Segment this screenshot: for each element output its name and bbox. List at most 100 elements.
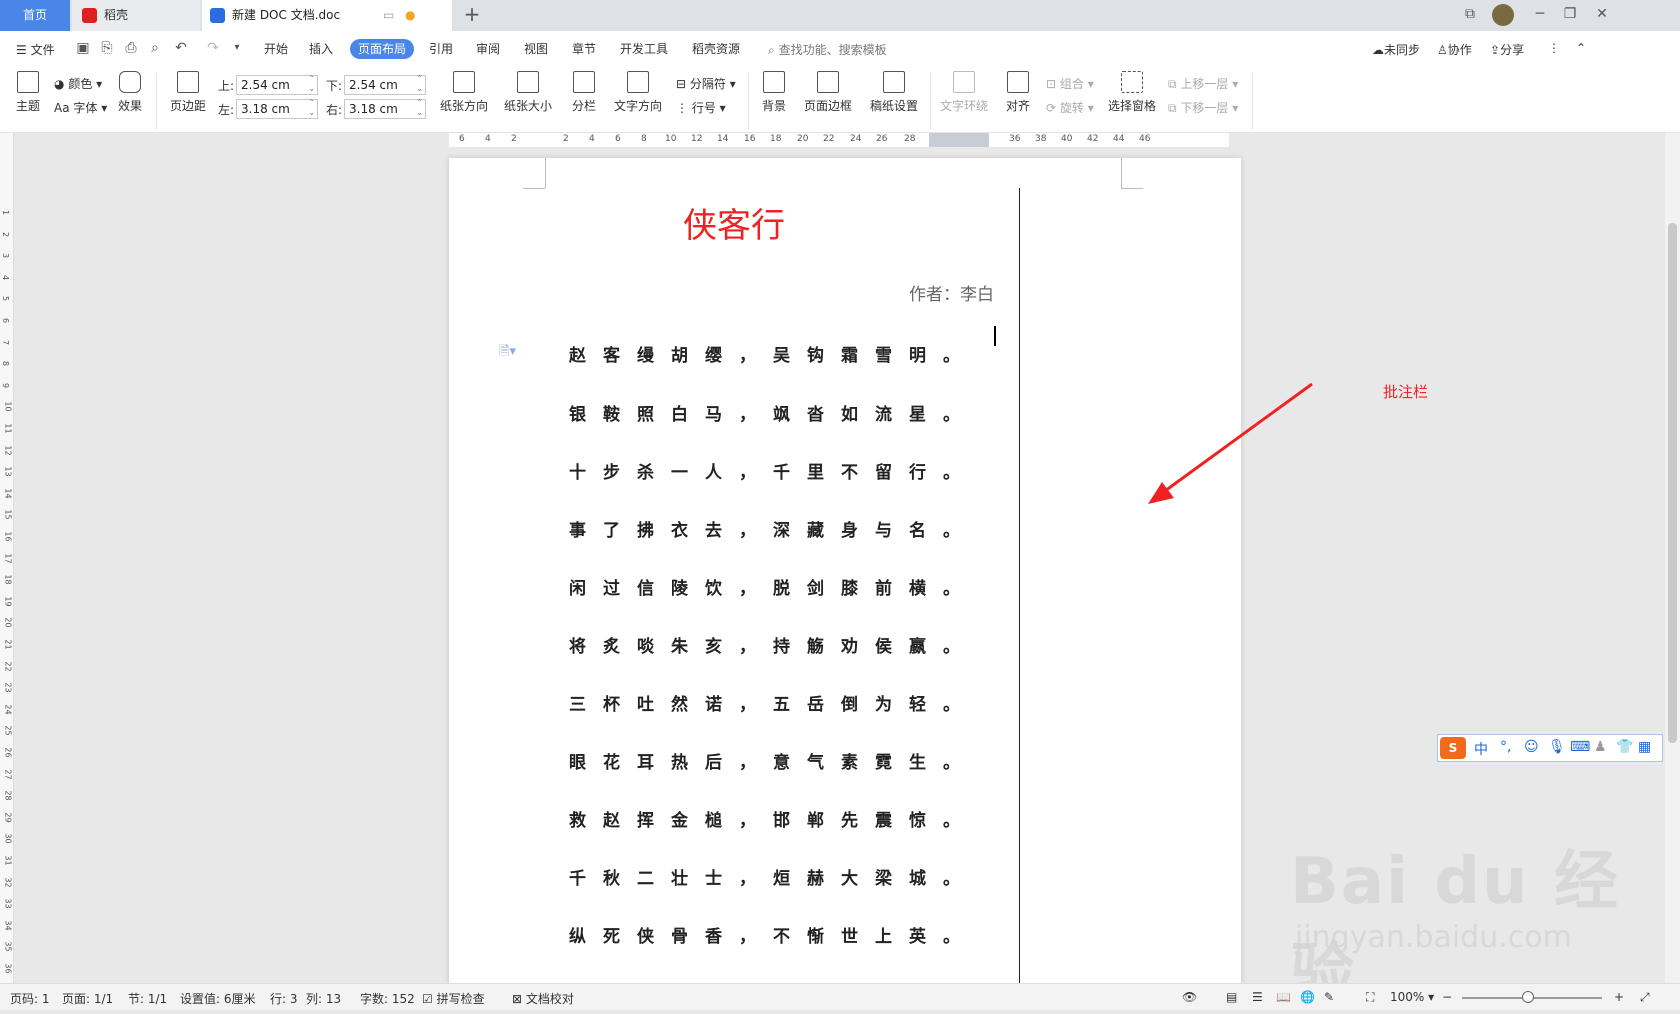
poem-line: 纵死侠骨香，不惭世上英。 — [569, 927, 977, 947]
screen-icon[interactable]: ▭ — [383, 0, 394, 31]
ime-mode[interactable]: 中 — [1474, 739, 1488, 759]
bottom-margin-input[interactable]: 2.54 cm — [344, 74, 426, 95]
tab-start[interactable]: 开始 — [258, 39, 294, 59]
paper-size-button[interactable]: 纸张大小 — [500, 71, 556, 114]
zoom-dropdown[interactable]: 100% ▾ — [1390, 990, 1434, 1004]
send-backward-button[interactable]: ⧉ 下移一层 ▾ — [1168, 99, 1238, 116]
selection-pane-button[interactable]: 选择窗格 — [1104, 71, 1160, 114]
zoom-slider-handle[interactable] — [1522, 991, 1534, 1003]
group-button[interactable]: ⊡ 组合 ▾ — [1046, 75, 1094, 92]
more-icon[interactable]: ⋮ — [1548, 41, 1560, 55]
vertical-scrollbar[interactable] — [1665, 133, 1680, 983]
breaks-button[interactable]: ⊟ 分隔符 ▾ — [676, 75, 736, 92]
font-button[interactable]: Aa 字体 ▾ — [54, 99, 107, 116]
align-icon — [1007, 71, 1029, 93]
skin-icon[interactable]: 👕 — [1616, 739, 1633, 755]
ruler-tick: 12 — [691, 134, 703, 144]
punctuation-icon[interactable]: °, — [1500, 739, 1511, 755]
edit-view-icon[interactable]: ✎ — [1324, 990, 1334, 1004]
effect-button[interactable]: 效果 — [112, 71, 148, 114]
read-view-icon[interactable]: 📖 — [1276, 990, 1291, 1004]
window-switch-icon[interactable]: ⧉ — [1460, 6, 1480, 22]
status-words[interactable]: 字数: 152 — [360, 990, 415, 1007]
new-tab-button[interactable]: + — [462, 0, 482, 29]
page-border-button[interactable]: 页面边框 — [800, 71, 856, 114]
text-direction-button[interactable]: 文字方向 — [610, 71, 666, 114]
scrollbar-thumb[interactable] — [1668, 223, 1677, 743]
tab-review[interactable]: 审阅 — [470, 39, 506, 59]
sync-button[interactable]: ☁未同步 — [1372, 41, 1420, 58]
file-menu[interactable]: ☰ 文件 — [16, 41, 55, 58]
rotate-icon: ⟳ — [1046, 101, 1057, 115]
document-page[interactable]: 侠客行 作者：李白 🗎▾ 赵客缦胡缨，吴钩霜雪明。 银鞍照白马，飒沓如流星。 十… — [449, 158, 1241, 988]
tab-page-layout[interactable]: 页面布局 — [350, 39, 414, 59]
share-button[interactable]: ⇪分享 — [1490, 41, 1524, 58]
preview-icon[interactable]: ⌕ — [146, 39, 164, 57]
top-margin-input[interactable]: 2.54 cm — [236, 74, 318, 95]
right-margin-input[interactable]: 3.18 cm — [344, 98, 426, 119]
tab-references[interactable]: 引用 — [423, 39, 459, 59]
tab-view[interactable]: 视图 — [518, 39, 554, 59]
tab-developer[interactable]: 开发工具 — [614, 39, 674, 59]
columns-button[interactable]: 分栏 — [566, 71, 602, 114]
columns-label: 分栏 — [571, 99, 596, 113]
ruler-tick: 24 — [850, 134, 862, 144]
tab-daoke[interactable]: 稻壳 — [72, 0, 200, 31]
rotate-button[interactable]: ⟳ 旋转 ▾ — [1046, 99, 1094, 116]
status-col[interactable]: 列: 13 — [306, 990, 341, 1007]
tab-chapter[interactable]: 章节 — [566, 39, 602, 59]
eye-icon[interactable]: 👁 — [1182, 990, 1197, 1004]
line-number-button[interactable]: ⋮ 行号 ▾ — [676, 99, 726, 116]
redo-icon[interactable]: ↷ — [204, 39, 222, 57]
emoji-icon[interactable]: ☺ — [1524, 739, 1539, 755]
tab-home[interactable]: 首页 — [0, 0, 70, 31]
web-view-icon[interactable]: 🌐 — [1300, 990, 1315, 1004]
tab-document[interactable]: 新建 DOC 文档.doc ▭ ● — [202, 0, 452, 31]
margins-button[interactable]: 页边距 — [166, 71, 210, 114]
zoom-in-icon[interactable]: + — [1614, 990, 1624, 1004]
left-margin-input[interactable]: 3.18 cm — [236, 98, 318, 119]
export-icon[interactable]: ⎘ — [98, 39, 116, 57]
save-icon[interactable]: ▣ — [74, 39, 92, 57]
background-button[interactable]: 背景 — [756, 71, 792, 114]
manuscript-button[interactable]: 稿纸设置 — [866, 71, 922, 114]
status-row[interactable]: 行: 3 — [270, 990, 298, 1007]
align-button[interactable]: 对齐 — [1000, 71, 1036, 114]
horizontal-ruler[interactable]: 6 4 2 2 4 6 8 10 12 14 16 18 20 22 24 26… — [449, 133, 1229, 147]
theme-button[interactable]: 主题 — [10, 71, 46, 114]
ime-toolbar[interactable]: S 中 °, ☺ 🎙 ⌨ ♟ 👕 ▦ — [1437, 734, 1663, 762]
color-button[interactable]: ◕ 颜色 ▾ — [54, 75, 102, 92]
text-wrap-button[interactable]: 文字环绕 — [936, 71, 992, 114]
vertical-ruler[interactable]: 1 2 3 4 5 6 7 8 9 10 11 12 13 14 15 16 17 18 19 20 21 22 23 24 2… — [0, 133, 14, 995]
print-icon[interactable]: ⎙ — [122, 39, 140, 57]
status-setting[interactable]: 设置值: 6厘米 — [180, 990, 256, 1007]
paragraph-icon[interactable]: 🗎▾ — [499, 342, 516, 364]
avatar[interactable] — [1492, 4, 1514, 26]
undo-icon[interactable]: ↶ — [172, 39, 190, 57]
collapse-ribbon-icon[interactable]: ⌃ — [1576, 41, 1586, 55]
orientation-button[interactable]: 纸张方向 — [436, 71, 492, 114]
page-view-icon[interactable]: ▤ — [1226, 990, 1237, 1004]
restore-icon[interactable]: ❐ — [1560, 6, 1580, 22]
search-box[interactable]: ⌕ 查找功能、搜索模板 — [768, 41, 887, 58]
person-icon[interactable]: ♟ — [1594, 739, 1607, 755]
fullscreen-icon[interactable]: ⤢ — [1640, 990, 1650, 1005]
close-icon[interactable]: ✕ — [1592, 6, 1612, 22]
bring-forward-button[interactable]: ⧉ 上移一层 ▾ — [1168, 75, 1238, 92]
keyboard-icon[interactable]: ⌨ — [1570, 739, 1590, 755]
outline-view-icon[interactable]: ☰ — [1252, 990, 1263, 1004]
tab-daoke-resources[interactable]: 稻壳资源 — [686, 39, 746, 59]
spell-check-button[interactable]: ☑ 拼写检查 — [422, 990, 485, 1007]
tab-insert[interactable]: 插入 — [303, 39, 339, 59]
status-pages[interactable]: 页面: 1/1 — [62, 990, 113, 1007]
minimize-icon[interactable]: ─ — [1530, 6, 1550, 22]
collab-button[interactable]: ♙协作 — [1437, 41, 1472, 58]
zoom-out-icon[interactable]: − — [1442, 990, 1452, 1004]
fit-icon[interactable]: ⛶ — [1366, 990, 1374, 1005]
quick-menu-icon[interactable]: ▾ — [228, 39, 246, 57]
status-page[interactable]: 页码: 1 — [10, 990, 50, 1007]
mic-icon[interactable]: 🎙 — [1548, 739, 1566, 755]
proofread-button[interactable]: ⊠ 文档校对 — [512, 990, 574, 1007]
apps-icon[interactable]: ▦ — [1638, 739, 1651, 755]
status-section[interactable]: 节: 1/1 — [128, 990, 167, 1007]
